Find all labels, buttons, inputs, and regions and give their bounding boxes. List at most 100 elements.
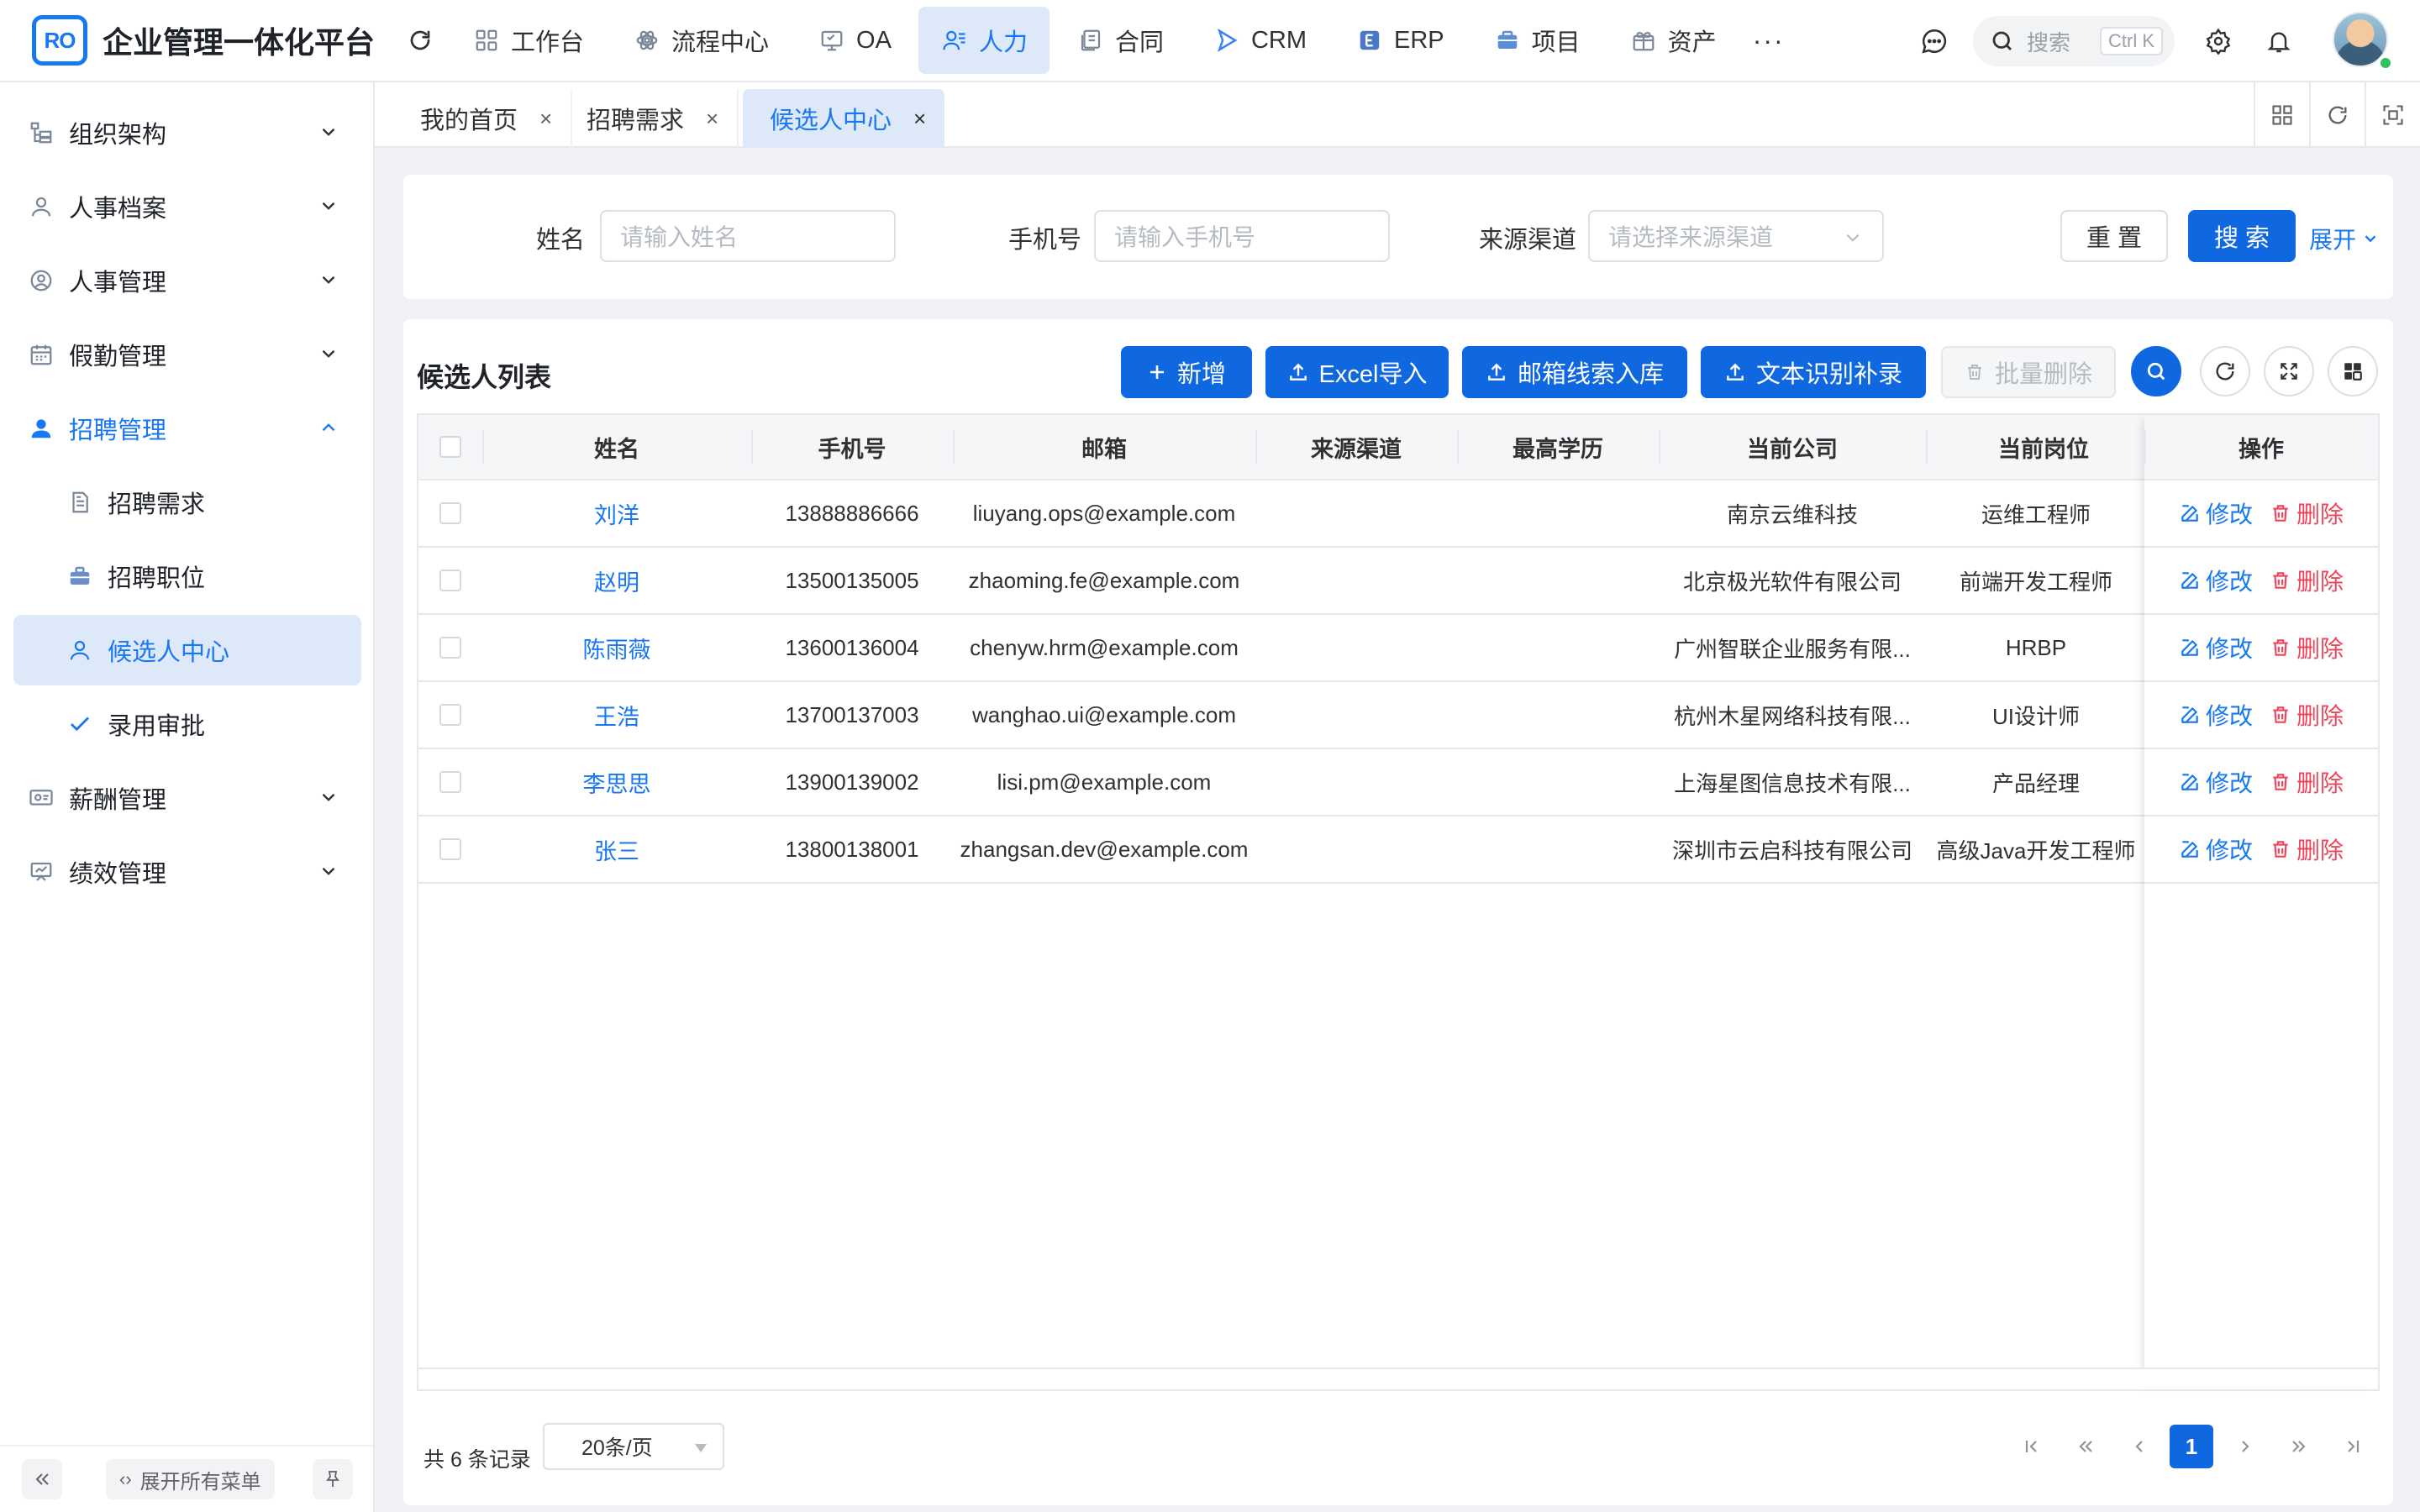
first-page-button[interactable]: [2010, 1425, 2054, 1468]
grid-view-icon[interactable]: [2254, 82, 2309, 148]
column-header-email[interactable]: 邮箱: [953, 415, 1255, 479]
batch-delete-button[interactable]: 批量删除: [1941, 346, 2116, 398]
excel-import-button[interactable]: Excel导入: [1265, 346, 1449, 398]
brand[interactable]: RO 企业管理一体化平台: [0, 0, 383, 81]
delete-button[interactable]: 删除: [2270, 765, 2344, 799]
tab-candidate-center[interactable]: 候选人中心 ×: [743, 89, 945, 148]
topnav-item-erp[interactable]: ERP: [1334, 7, 1466, 74]
sidebar-item-org[interactable]: 组织架构: [13, 97, 361, 168]
sidebar-item-personnel-files[interactable]: 人事档案: [13, 171, 361, 242]
close-icon[interactable]: ×: [706, 106, 718, 132]
sidebar-item-attendance[interactable]: 假勤管理: [13, 319, 361, 390]
delete-button[interactable]: 删除: [2270, 698, 2344, 732]
cell-name[interactable]: 李思思: [482, 749, 751, 815]
topnav-item-asset[interactable]: 资产: [1607, 7, 1739, 74]
sidebar-item-recruit-position[interactable]: 招聘职位: [13, 541, 361, 612]
reset-button[interactable]: 重 置: [2060, 210, 2168, 262]
prev-page-button[interactable]: [2118, 1425, 2161, 1468]
column-header-phone[interactable]: 手机号: [751, 415, 953, 479]
prev-group-button[interactable]: [2064, 1425, 2107, 1468]
sidebar-item-performance[interactable]: 绩效管理: [13, 837, 361, 907]
row-checkbox[interactable]: [439, 637, 461, 659]
sidebar-item-candidate-center[interactable]: 候选人中心: [13, 615, 361, 685]
cell-name[interactable]: 赵明: [482, 548, 751, 613]
topnav-item-oa[interactable]: OA: [796, 7, 913, 74]
edit-button[interactable]: 修改: [2179, 496, 2253, 530]
source-select[interactable]: 请选择来源渠道: [1588, 210, 1884, 262]
topnav-item-workbench[interactable]: 工作台: [450, 7, 606, 74]
table-row[interactable]: 王浩 13700137003 wanghao.ui@example.com 杭州木星网…: [418, 682, 2378, 749]
topnav-item-workflow[interactable]: 流程中心: [611, 7, 791, 74]
horizontal-scrollbar[interactable]: [418, 1368, 2378, 1389]
row-checkbox[interactable]: [439, 704, 461, 726]
more-menu-button[interactable]: ···: [1744, 15, 1794, 66]
cell-name[interactable]: 刘洋: [482, 480, 751, 546]
expand-filter-link[interactable]: 展开: [2309, 222, 2380, 255]
row-checkbox[interactable]: [439, 838, 461, 860]
refresh-icon[interactable]: [395, 15, 445, 66]
page-size-select[interactable]: 20条/页: [543, 1423, 724, 1470]
fullscreen-table-button[interactable]: [2264, 346, 2314, 396]
topnav-item-hr[interactable]: 人力: [918, 7, 1050, 74]
email-import-button[interactable]: 邮箱线索入库: [1462, 346, 1687, 398]
column-header-education[interactable]: 最高学历: [1457, 415, 1659, 479]
tab-home[interactable]: 我的首页 ×: [375, 89, 573, 148]
sidebar-item-offer-approval[interactable]: 录用审批: [13, 689, 361, 759]
expand-all-menus-button[interactable]: ‹› 展开所有菜单: [106, 1459, 275, 1499]
cell-name[interactable]: 王浩: [482, 682, 751, 748]
ocr-import-button[interactable]: 文本识别补录: [1701, 346, 1926, 398]
global-search[interactable]: 搜索 Ctrl K: [1973, 16, 2175, 66]
column-settings-button[interactable]: [2328, 346, 2378, 396]
row-checkbox[interactable]: [439, 502, 461, 524]
phone-input[interactable]: 请输入手机号: [1094, 210, 1390, 262]
pin-sidebar-button[interactable]: [313, 1459, 353, 1499]
cell-name[interactable]: 张三: [482, 816, 751, 882]
table-row[interactable]: 刘洋 13888886666 liuyang.ops@example.com 南京云维…: [418, 480, 2378, 548]
table-row[interactable]: 陈雨薇 13600136004 chenyw.hrm@example.com 广州智联…: [418, 615, 2378, 682]
column-header-source[interactable]: 来源渠道: [1255, 415, 1457, 479]
delete-button[interactable]: 删除: [2270, 496, 2344, 530]
select-all-checkbox[interactable]: [439, 436, 461, 458]
edit-button[interactable]: 修改: [2179, 564, 2253, 597]
sidebar-item-recruitment[interactable]: 招聘管理: [13, 393, 361, 464]
column-header-company[interactable]: 当前公司: [1659, 415, 1926, 479]
topnav-item-project[interactable]: 项目: [1471, 7, 1602, 74]
sidebar-item-recruit-demand[interactable]: 招聘需求: [13, 467, 361, 538]
refresh-table-button[interactable]: [2200, 346, 2250, 396]
tab-recruit-demand[interactable]: 招聘需求 ×: [553, 89, 739, 148]
last-page-button[interactable]: [2331, 1425, 2375, 1468]
delete-button[interactable]: 删除: [2270, 631, 2344, 664]
edit-button[interactable]: 修改: [2179, 765, 2253, 799]
edit-button[interactable]: 修改: [2179, 832, 2253, 866]
column-header-position[interactable]: 当前岗位: [1926, 415, 2161, 479]
add-button[interactable]: 新增: [1121, 346, 1252, 398]
topnav-item-contract[interactable]: 合同: [1055, 7, 1186, 74]
table-row[interactable]: 张三 13800138001 zhangsan.dev@example.com 深圳市…: [418, 816, 2378, 884]
next-group-button[interactable]: [2277, 1425, 2321, 1468]
name-input[interactable]: 请输入姓名: [600, 210, 896, 262]
message-icon[interactable]: [1904, 11, 1965, 71]
close-icon[interactable]: ×: [539, 106, 552, 132]
page-button-current[interactable]: 1: [2170, 1425, 2213, 1468]
fullscreen-icon[interactable]: [2365, 82, 2420, 148]
delete-button[interactable]: 删除: [2270, 832, 2344, 866]
delete-button[interactable]: 删除: [2270, 564, 2344, 597]
reload-icon[interactable]: [2309, 82, 2365, 148]
edit-button[interactable]: 修改: [2179, 698, 2253, 732]
row-checkbox[interactable]: [439, 570, 461, 591]
close-icon[interactable]: ×: [913, 106, 926, 132]
user-avatar[interactable]: [2333, 12, 2393, 71]
sidebar-item-personnel-management[interactable]: 人事管理: [13, 245, 361, 316]
table-row[interactable]: 李思思 13900139002 lisi.pm@example.com 上海星图信息技…: [418, 749, 2378, 816]
bell-icon[interactable]: [2249, 11, 2309, 71]
search-button[interactable]: 搜 索: [2188, 210, 2296, 262]
column-header-name[interactable]: 姓名: [482, 415, 751, 479]
row-checkbox[interactable]: [439, 771, 461, 793]
sidebar-item-salary[interactable]: 薪酬管理: [13, 763, 361, 833]
table-row[interactable]: 赵明 13500135005 zhaoming.fe@example.com 北京极光…: [418, 548, 2378, 615]
cell-name[interactable]: 陈雨薇: [482, 615, 751, 680]
next-page-button[interactable]: [2223, 1425, 2267, 1468]
collapse-sidebar-button[interactable]: [22, 1459, 62, 1499]
settings-icon[interactable]: [2188, 11, 2249, 71]
topnav-item-crm[interactable]: CRM: [1191, 7, 1328, 74]
